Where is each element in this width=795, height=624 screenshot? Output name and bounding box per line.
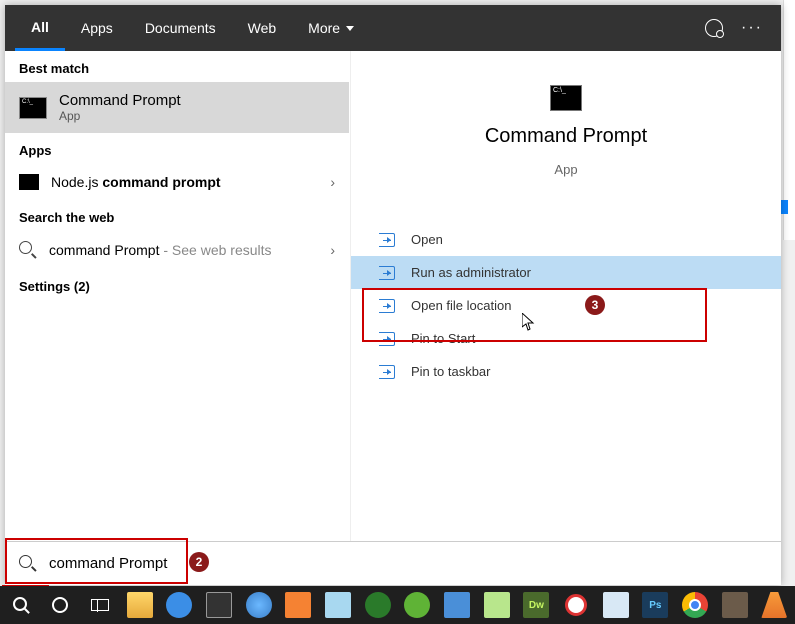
search-icon — [19, 241, 37, 259]
admin-icon — [379, 266, 395, 280]
preview-actions: Open Run as administrator Open file loca… — [351, 223, 781, 388]
section-best-match: Best match — [5, 51, 349, 82]
taskbar-app-thunderbird[interactable] — [242, 590, 276, 620]
command-prompt-icon — [19, 174, 39, 190]
taskbar-app-record[interactable] — [559, 590, 593, 620]
best-match-subtitle: App — [59, 109, 181, 123]
vlc-icon — [761, 592, 787, 618]
taskbar-task-view-button[interactable] — [83, 590, 117, 620]
taskbar-app-notepadpp[interactable] — [480, 590, 514, 620]
notepadpp-icon — [484, 592, 510, 618]
taskbar-app-file-explorer[interactable] — [123, 590, 157, 620]
xampp-icon — [285, 592, 311, 618]
taskbar-app[interactable] — [361, 590, 395, 620]
annotation-badge-3: 3 — [585, 295, 605, 315]
command-prompt-icon — [550, 85, 582, 111]
folder-icon — [127, 592, 153, 618]
taskbar-app-xampp[interactable] — [282, 590, 316, 620]
web-result-label: command Prompt - See web results — [49, 242, 318, 258]
windows-search-panel: All Apps Documents Web More ··· Best mat… — [5, 5, 781, 585]
search-input-bar[interactable] — [5, 541, 781, 585]
results-list: Best match Command Prompt App Apps Node.… — [5, 51, 350, 541]
chevron-right-icon[interactable]: › — [330, 242, 335, 258]
pin-icon — [379, 332, 395, 346]
taskbar-app[interactable] — [599, 590, 633, 620]
app-result-label: Node.js command prompt — [51, 174, 318, 190]
taskbar-app[interactable] — [440, 590, 474, 620]
app-icon — [365, 592, 391, 618]
tab-web[interactable]: Web — [232, 5, 293, 51]
record-icon — [565, 594, 587, 616]
best-match-result[interactable]: Command Prompt App — [5, 82, 349, 133]
best-match-title: Command Prompt — [59, 92, 181, 109]
taskbar-cortana-button[interactable] — [44, 590, 78, 620]
pin-icon — [379, 365, 395, 379]
command-prompt-icon — [19, 97, 47, 119]
taskbar: Dw Ps — [0, 586, 795, 624]
app-icon — [246, 592, 272, 618]
tab-apps[interactable]: Apps — [65, 5, 129, 51]
more-options-icon[interactable]: ··· — [741, 19, 763, 37]
app-result-nodejs[interactable]: Node.js command prompt › — [5, 164, 349, 200]
open-icon — [379, 233, 395, 247]
preview-title: Command Prompt — [485, 125, 647, 148]
action-run-as-administrator[interactable]: Run as administrator — [351, 256, 781, 289]
tab-documents[interactable]: Documents — [129, 5, 232, 51]
folder-icon — [379, 299, 395, 313]
search-input[interactable] — [49, 555, 767, 572]
app-icon — [325, 592, 351, 618]
gimp-icon — [722, 592, 748, 618]
taskbar-app-utorrent[interactable] — [401, 590, 435, 620]
photoshop-icon: Ps — [642, 592, 668, 618]
result-preview-pane: Command Prompt App Open Run as administr… — [350, 51, 781, 541]
app-icon — [444, 592, 470, 618]
cortana-icon — [52, 597, 68, 613]
search-icon — [19, 555, 37, 573]
feedback-icon[interactable] — [705, 19, 723, 37]
calculator-icon — [206, 592, 232, 618]
section-settings[interactable]: Settings (2) — [5, 269, 349, 300]
taskbar-app-calculator[interactable] — [202, 590, 236, 620]
chevron-down-icon — [346, 26, 354, 31]
chrome-icon — [682, 592, 708, 618]
web-result[interactable]: command Prompt - See web results › — [5, 231, 349, 269]
tab-more[interactable]: More — [292, 5, 370, 51]
action-pin-to-start[interactable]: Pin to Start — [351, 322, 781, 355]
section-apps: Apps — [5, 133, 349, 164]
preview-subtitle: App — [554, 162, 577, 177]
dreamweaver-icon: Dw — [523, 592, 549, 618]
taskbar-app[interactable] — [321, 590, 355, 620]
search-filter-tabs: All Apps Documents Web More ··· — [5, 5, 781, 51]
tab-all[interactable]: All — [15, 5, 65, 51]
utorrent-icon — [404, 592, 430, 618]
action-open-file-location[interactable]: Open file location — [351, 289, 781, 322]
taskbar-app-vlc[interactable] — [757, 590, 791, 620]
section-search-web: Search the web — [5, 200, 349, 231]
chevron-right-icon[interactable]: › — [330, 174, 335, 190]
taskbar-app[interactable] — [163, 590, 197, 620]
app-icon — [166, 592, 192, 618]
taskbar-app-dreamweaver[interactable]: Dw — [520, 590, 554, 620]
action-open[interactable]: Open — [351, 223, 781, 256]
annotation-badge-2: 2 — [189, 552, 209, 572]
taskbar-app-photoshop[interactable]: Ps — [639, 590, 673, 620]
task-view-icon — [91, 599, 109, 611]
taskbar-app-gimp[interactable] — [718, 590, 752, 620]
taskbar-search-button[interactable] — [4, 590, 38, 620]
taskbar-app-chrome[interactable] — [678, 590, 712, 620]
action-pin-to-taskbar[interactable]: Pin to taskbar — [351, 355, 781, 388]
search-icon — [13, 597, 29, 613]
app-icon — [603, 592, 629, 618]
